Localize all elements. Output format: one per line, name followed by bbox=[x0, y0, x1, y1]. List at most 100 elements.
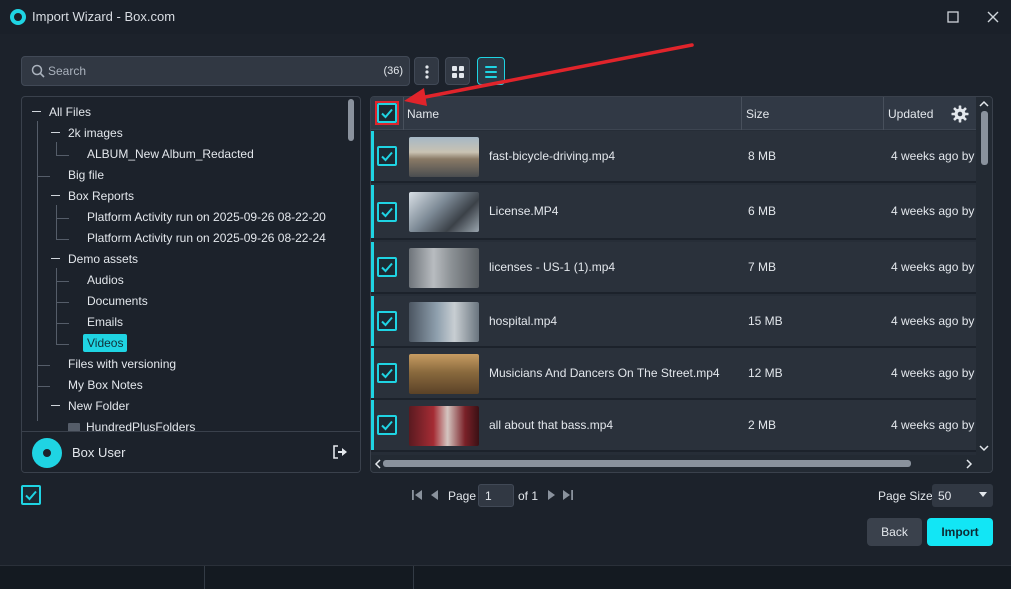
video-thumbnail bbox=[409, 137, 479, 177]
file-name: hospital.mp4 bbox=[489, 314, 558, 328]
grid-horizontal-scrollbar[interactable] bbox=[371, 455, 992, 472]
next-page-icon[interactable] bbox=[546, 489, 558, 501]
page-size-label: Page Size bbox=[878, 489, 933, 503]
list-icon bbox=[485, 66, 497, 78]
row-selected-indicator bbox=[371, 242, 374, 292]
row-checkbox[interactable] bbox=[377, 146, 397, 166]
row-checkbox[interactable] bbox=[377, 202, 397, 222]
tree-connector bbox=[57, 155, 69, 156]
tree-item-album[interactable]: ALBUM_New Album_Redacted bbox=[87, 144, 254, 164]
row-checkbox[interactable] bbox=[377, 311, 397, 331]
list-view-button[interactable] bbox=[477, 57, 505, 85]
scrollbar-thumb[interactable] bbox=[383, 460, 911, 467]
table-row[interactable]: License.MP4 6 MB 4 weeks ago by bbox=[371, 185, 977, 240]
column-header-size[interactable]: Size bbox=[746, 97, 769, 130]
tree-scrollbar[interactable] bbox=[348, 99, 354, 141]
row-checkbox[interactable] bbox=[377, 415, 397, 435]
tree-connector bbox=[57, 281, 69, 282]
column-divider bbox=[741, 97, 742, 130]
row-checkbox[interactable] bbox=[377, 363, 397, 383]
tree-connector bbox=[57, 302, 69, 303]
tree-item-2k-images[interactable]: 2k images bbox=[51, 123, 123, 143]
chevron-down-icon[interactable] bbox=[978, 442, 990, 454]
column-header-updated[interactable]: Updated bbox=[888, 97, 933, 130]
tree-item-platform-activity-2[interactable]: Platform Activity run on 2025-09-26 08-2… bbox=[87, 228, 326, 248]
chevron-right-icon[interactable] bbox=[963, 458, 975, 470]
row-selected-indicator bbox=[371, 348, 374, 398]
search-icon bbox=[31, 64, 45, 78]
row-selected-indicator bbox=[371, 185, 374, 238]
table-row[interactable]: Musicians And Dancers On The Street.mp4 … bbox=[371, 348, 977, 400]
collapse-icon[interactable] bbox=[51, 401, 60, 410]
file-name: licenses - US-1 (1).mp4 bbox=[489, 260, 616, 274]
collapse-icon[interactable] bbox=[51, 128, 60, 137]
grid-icon bbox=[452, 66, 464, 78]
collapse-icon[interactable] bbox=[51, 254, 60, 263]
previous-page-icon[interactable] bbox=[428, 489, 440, 501]
caret-down-icon bbox=[979, 492, 987, 497]
tree-item-new-folder[interactable]: New Folder bbox=[51, 396, 129, 416]
scrollbar-thumb[interactable] bbox=[981, 111, 988, 165]
tree-connector bbox=[56, 268, 57, 345]
file-size: 12 MB bbox=[748, 366, 783, 380]
import-button[interactable]: Import bbox=[927, 518, 993, 546]
check-icon bbox=[381, 262, 393, 273]
table-row[interactable]: hospital.mp4 15 MB 4 weeks ago by bbox=[371, 296, 977, 348]
gear-icon[interactable] bbox=[951, 105, 969, 123]
tree-connector bbox=[57, 344, 69, 345]
folder-tree: All Files 2k images ALBUM_New Album_Reda… bbox=[22, 97, 346, 431]
grid-vertical-scrollbar[interactable] bbox=[976, 97, 992, 457]
tree-item-big-file[interactable]: Big file bbox=[68, 165, 104, 185]
page-number-input[interactable] bbox=[478, 484, 514, 507]
tree-connector bbox=[57, 218, 69, 219]
column-header-name[interactable]: Name bbox=[407, 97, 439, 130]
select-all-checkbox[interactable] bbox=[21, 485, 41, 505]
file-updated: 4 weeks ago by bbox=[891, 149, 975, 163]
search-box[interactable]: (36) bbox=[21, 56, 410, 86]
chevron-up-icon[interactable] bbox=[978, 98, 990, 110]
table-row[interactable]: licenses - US-1 (1).mp4 7 MB 4 weeks ago… bbox=[371, 242, 977, 294]
check-icon bbox=[381, 151, 393, 162]
tree-item-audios[interactable]: Audios bbox=[87, 270, 124, 290]
tree-connector bbox=[38, 365, 50, 366]
more-options-button[interactable] bbox=[414, 57, 439, 85]
file-size: 7 MB bbox=[748, 260, 777, 274]
tree-connector bbox=[38, 176, 50, 177]
table-row[interactable]: fast-bicycle-driving.mp4 8 MB 4 weeks ag… bbox=[371, 131, 977, 183]
collapse-icon[interactable] bbox=[51, 191, 60, 200]
search-input[interactable] bbox=[48, 57, 368, 85]
video-thumbnail bbox=[409, 248, 479, 288]
tree-item-box-reports[interactable]: Box Reports bbox=[51, 186, 134, 206]
tree-item-hundred-plus-folders[interactable]: HundredPlusFolders bbox=[68, 417, 195, 431]
window-title: Import Wizard - Box.com bbox=[32, 9, 176, 24]
tree-item-emails[interactable]: Emails bbox=[87, 312, 123, 332]
close-button[interactable] bbox=[982, 6, 1004, 28]
tree-item-my-box-notes[interactable]: My Box Notes bbox=[68, 375, 143, 395]
logout-icon[interactable] bbox=[332, 445, 348, 459]
select-all-header-checkbox[interactable] bbox=[377, 103, 397, 123]
grid-header: Name Size Updated bbox=[371, 97, 977, 130]
grid-view-button[interactable] bbox=[445, 57, 470, 85]
file-name: all about that bass.mp4 bbox=[489, 418, 614, 432]
table-row[interactable]: all about that bass.mp4 2 MB 4 weeks ago… bbox=[371, 400, 977, 452]
folder-icon bbox=[68, 423, 80, 431]
tree-item-videos[interactable]: Videos bbox=[83, 333, 128, 353]
row-checkbox[interactable] bbox=[377, 257, 397, 277]
last-page-icon[interactable] bbox=[562, 489, 574, 501]
maximize-button[interactable] bbox=[942, 6, 964, 28]
tree-item-demo-assets[interactable]: Demo assets bbox=[51, 249, 138, 269]
tree-item-documents[interactable]: Documents bbox=[87, 291, 148, 311]
tree-connector bbox=[57, 323, 69, 324]
page-size-select[interactable]: 50 bbox=[932, 484, 993, 507]
check-icon bbox=[381, 108, 393, 119]
collapse-icon[interactable] bbox=[32, 107, 41, 116]
file-updated: 4 weeks ago by bbox=[891, 366, 975, 380]
tree-item-files-with-versioning[interactable]: Files with versioning bbox=[68, 354, 176, 374]
video-thumbnail bbox=[409, 354, 479, 394]
back-button[interactable]: Back bbox=[867, 518, 922, 546]
tree-item-all-files[interactable]: All Files bbox=[32, 102, 91, 122]
first-page-icon[interactable] bbox=[411, 489, 423, 501]
check-icon bbox=[381, 316, 393, 327]
title-bar: Import Wizard - Box.com bbox=[0, 0, 1011, 34]
tree-item-platform-activity-1[interactable]: Platform Activity run on 2025-09-26 08-2… bbox=[87, 207, 326, 227]
